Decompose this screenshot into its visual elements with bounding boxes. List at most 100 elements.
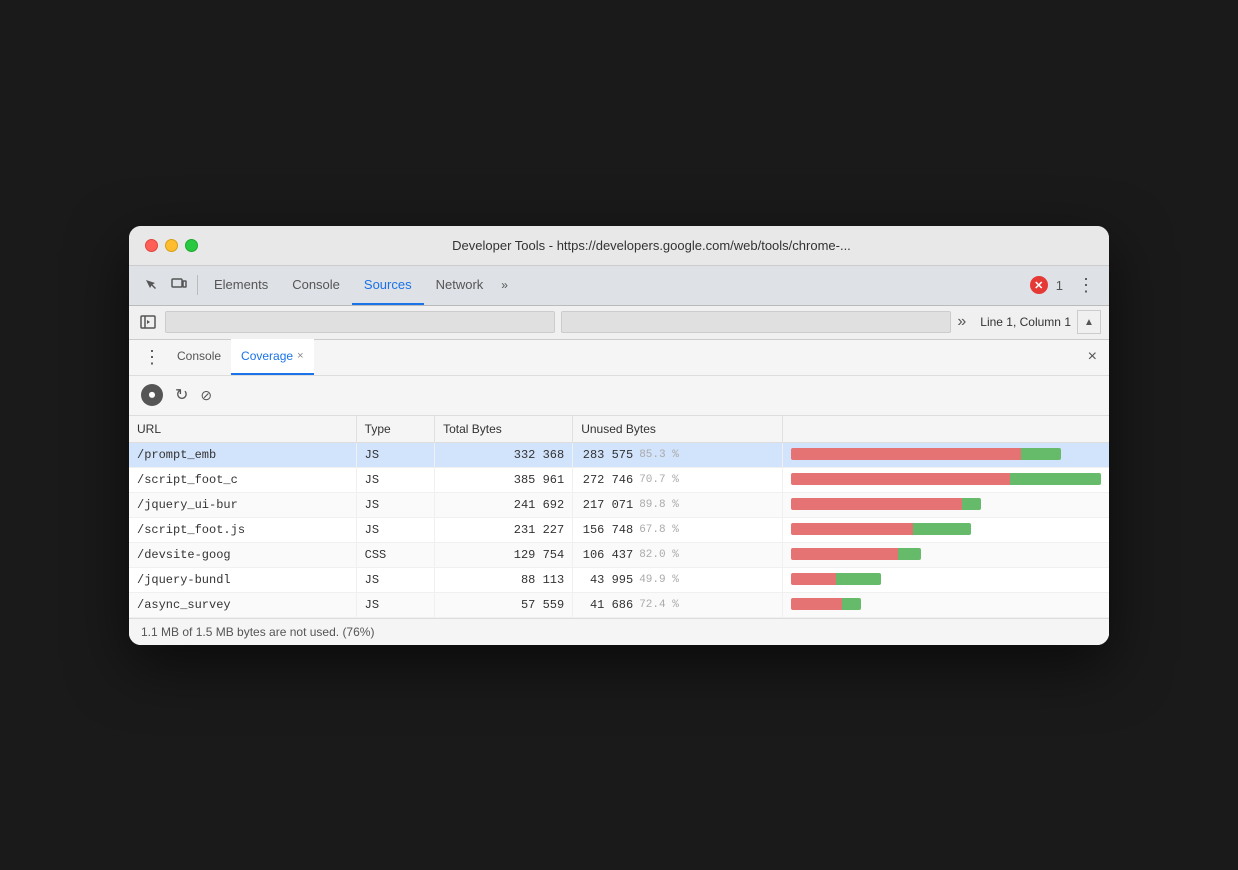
cell-bar (783, 543, 1109, 565)
cell-total-bytes: 332 368 (435, 442, 573, 467)
bar-unused (791, 448, 1021, 460)
cell-unused-bytes: 156 74867.8 % (573, 517, 783, 542)
devtools-right-area: ✕ 1 ⋮ (1030, 275, 1101, 296)
coverage-controls: ⏺ ↻ ⊘ (129, 376, 1109, 416)
maximize-button[interactable] (185, 239, 198, 252)
secondary-toolbar-right: × (1084, 348, 1101, 366)
col-header-url: URL (129, 416, 356, 443)
cell-unused-bytes: 106 43782.0 % (573, 542, 783, 567)
devtools-window: Developer Tools - https://developers.goo… (129, 226, 1109, 645)
table-row[interactable]: /prompt_embJS332 368283 57585.3 % (129, 442, 1109, 467)
bar-unused (791, 523, 913, 535)
bar-used (1021, 448, 1061, 460)
cell-type: JS (356, 592, 434, 617)
file-path-input[interactable] (165, 311, 555, 333)
bar-used (1010, 473, 1101, 485)
sources-toolbar: » Line 1, Column 1 ▲ (129, 306, 1109, 340)
secondary-toolbar: ⋮ Console Coverage × × (129, 340, 1109, 376)
cell-bar (783, 568, 1109, 590)
col-header-type: Type (356, 416, 434, 443)
reload-button[interactable]: ↻ (175, 385, 188, 405)
bar-unused (791, 498, 962, 510)
search-input[interactable] (561, 311, 951, 333)
start-coverage-button[interactable]: ⏺ (141, 384, 163, 406)
cell-total-bytes: 241 692 (435, 492, 573, 517)
cell-url: /jquery_ui-bur (129, 492, 356, 517)
table-row[interactable]: /devsite-googCSS129 754106 43782.0 % (129, 542, 1109, 567)
minimize-button[interactable] (165, 239, 178, 252)
cell-url: /script_foot.js (129, 517, 356, 542)
devtools-tabs-bar: Elements Console Sources Network » ✕ 1 ⋮ (129, 266, 1109, 306)
cell-type: JS (356, 442, 434, 467)
device-toolbar-icon[interactable] (165, 271, 193, 299)
bar-used (962, 498, 981, 510)
cell-total-bytes: 57 559 (435, 592, 573, 617)
more-tabs-button[interactable]: » (495, 278, 514, 292)
table-row[interactable]: /script_foot_cJS385 961272 74670.7 % (129, 467, 1109, 492)
bar-unused (791, 598, 842, 610)
cell-type: JS (356, 467, 434, 492)
sec-tab-coverage[interactable]: Coverage × (231, 339, 313, 375)
bar-unused (791, 548, 898, 560)
error-badge: ✕ (1030, 276, 1048, 294)
coverage-table-body: /prompt_embJS332 368283 57585.3 %/script… (129, 442, 1109, 617)
cell-type: JS (356, 492, 434, 517)
window-title: Developer Tools - https://developers.goo… (210, 238, 1093, 253)
cell-bar (783, 443, 1109, 465)
cell-bar (783, 468, 1109, 490)
bar-used (898, 548, 921, 560)
table-row[interactable]: /async_surveyJS57 55941 68672.4 % (129, 592, 1109, 617)
cell-total-bytes: 385 961 (435, 467, 573, 492)
col-header-total-bytes: Total Bytes (435, 416, 573, 443)
traffic-lights (145, 239, 198, 252)
table-row[interactable]: /jquery_ui-burJS241 692217 07189.8 % (129, 492, 1109, 517)
cell-unused-bytes: 41 68672.4 % (573, 592, 783, 617)
line-column-indicator: Line 1, Column 1 (980, 315, 1071, 329)
cell-url: /devsite-goog (129, 542, 356, 567)
stop-coverage-button[interactable]: ⊘ (200, 387, 212, 404)
tab-elements[interactable]: Elements (202, 265, 280, 305)
tab-separator (197, 275, 198, 295)
tab-console[interactable]: Console (280, 265, 352, 305)
cell-url: /jquery-bundl (129, 567, 356, 592)
coverage-container: ⋮ Console Coverage × × ⏺ ↻ ⊘ URL Type (129, 340, 1109, 645)
bar-used (836, 573, 881, 585)
expand-icon[interactable]: » (957, 313, 966, 331)
cell-type: JS (356, 517, 434, 542)
cell-unused-bytes: 217 07189.8 % (573, 492, 783, 517)
cell-url: /script_foot_c (129, 467, 356, 492)
cell-type: CSS (356, 542, 434, 567)
scroll-top-button[interactable]: ▲ (1077, 310, 1101, 334)
cell-total-bytes: 88 113 (435, 567, 573, 592)
sec-tab-console[interactable]: Console (167, 339, 231, 375)
coverage-table: URL Type Total Bytes Unused Bytes /promp… (129, 416, 1109, 618)
select-element-icon[interactable] (137, 271, 165, 299)
tab-network[interactable]: Network (424, 265, 496, 305)
status-text: 1.1 MB of 1.5 MB bytes are not used. (76… (141, 625, 374, 639)
cell-bar (783, 593, 1109, 615)
bar-unused (791, 473, 1010, 485)
table-row[interactable]: /script_foot.jsJS231 227156 74867.8 % (129, 517, 1109, 542)
tab-sources[interactable]: Sources (352, 265, 424, 305)
cell-unused-bytes: 283 57585.3 % (573, 442, 783, 467)
bar-unused (791, 573, 836, 585)
col-header-bar (783, 416, 1110, 443)
cell-unused-bytes: 272 74670.7 % (573, 467, 783, 492)
status-bar: 1.1 MB of 1.5 MB bytes are not used. (76… (129, 618, 1109, 645)
close-button[interactable] (145, 239, 158, 252)
cell-bar (783, 493, 1109, 515)
cell-type: JS (356, 567, 434, 592)
panel-close-button[interactable]: × (1084, 348, 1101, 366)
error-count: 1 (1056, 278, 1063, 293)
bar-used (842, 598, 861, 610)
cell-url: /prompt_emb (129, 442, 356, 467)
table-row[interactable]: /jquery-bundlJS88 11343 99549.9 % (129, 567, 1109, 592)
cell-bar (783, 518, 1109, 540)
cell-url: /async_survey (129, 592, 356, 617)
coverage-tab-close[interactable]: × (297, 350, 303, 362)
sidebar-toggle-button[interactable] (137, 311, 159, 333)
titlebar: Developer Tools - https://developers.goo… (129, 226, 1109, 266)
secondary-menu-button[interactable]: ⋮ (137, 347, 167, 368)
devtools-menu-button[interactable]: ⋮ (1071, 275, 1101, 296)
col-header-unused-bytes: Unused Bytes (573, 416, 783, 443)
